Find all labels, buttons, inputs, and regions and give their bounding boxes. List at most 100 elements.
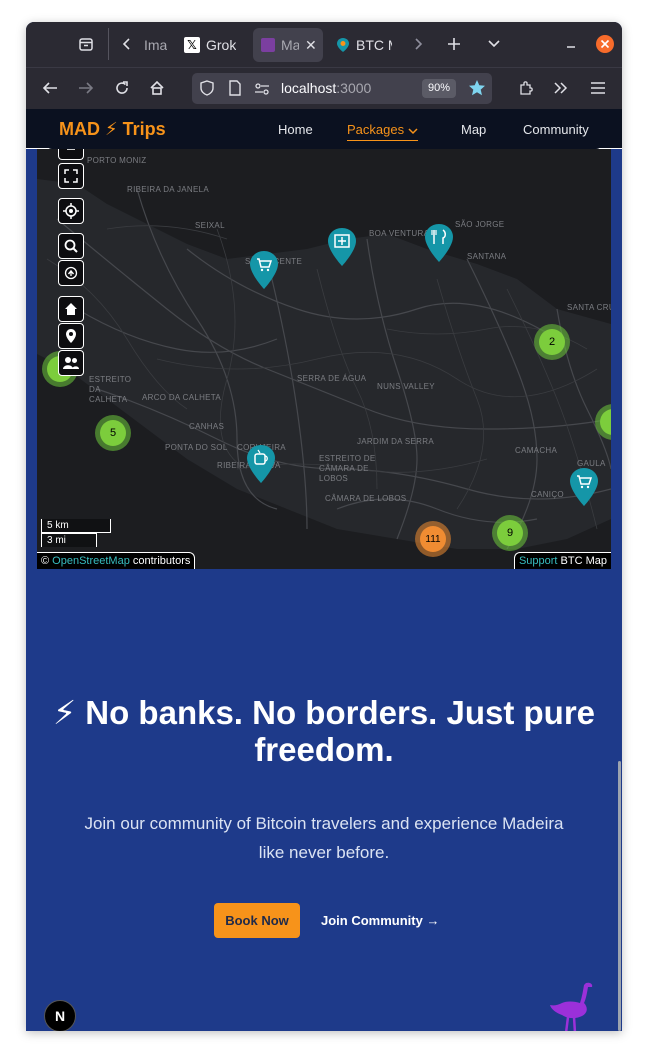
map-place-label: SÃO JORGE <box>455 220 505 229</box>
shop-cart-pin-icon[interactable] <box>249 250 279 290</box>
cafe-pin-icon[interactable] <box>246 444 276 484</box>
tab-madtrips[interactable]: Ma ✕ <box>253 28 323 62</box>
shield-icon[interactable] <box>200 80 214 101</box>
new-tab-icon[interactable] <box>442 32 466 56</box>
restaurant-pin-icon[interactable] <box>424 223 454 263</box>
tab-ima[interactable]: Ima <box>138 28 172 62</box>
map-place-label: ARCO DA CALHETA <box>142 393 222 402</box>
nostr-ostrich-icon[interactable] <box>548 979 594 1031</box>
browser-window: Ima 𝕏 Grok Ma ✕ BTC M <box>26 22 622 1031</box>
tab-overview-icon[interactable] <box>74 32 98 56</box>
nav-map[interactable]: Map <box>461 122 486 137</box>
address-bar[interactable]: localhost:3000 90% <box>192 73 492 104</box>
map-home-button[interactable] <box>58 296 84 322</box>
back-icon[interactable] <box>38 76 62 100</box>
map-terrain <box>37 109 611 569</box>
map-place-label: ESTREITO DE CÂMARA DE LOBOS <box>319 454 376 483</box>
map-place-label: CANIÇO <box>531 490 564 499</box>
nextjs-dev-badge[interactable]: N <box>44 1000 76 1031</box>
map-place-label: JARDIM DA SERRA <box>357 437 434 446</box>
map-place-label: SANTANA <box>467 252 507 261</box>
list-all-tabs-icon[interactable] <box>482 32 506 56</box>
map-cluster[interactable]: 5 <box>95 415 131 451</box>
page-scrollbar[interactable] <box>618 761 621 1031</box>
overflow-chevrons-icon[interactable] <box>549 76 573 100</box>
map-cluster[interactable]: 111 <box>415 521 451 557</box>
support-attribution: Support BTC Map <box>513 552 611 569</box>
close-window-icon[interactable] <box>593 32 617 56</box>
site-navbar: MAD ⚡ Trips Home Packages Map Community <box>26 109 622 149</box>
cluster-count: 5 <box>100 420 126 446</box>
permissions-icon[interactable] <box>254 82 270 100</box>
compass-button[interactable] <box>58 260 84 286</box>
minimize-icon[interactable] <box>559 32 583 56</box>
map-place-label: CANHAS <box>189 422 225 431</box>
book-now-button[interactable]: Book Now <box>214 903 300 938</box>
map-cluster[interactable]: 9 <box>492 515 528 551</box>
home-icon[interactable] <box>145 76 169 100</box>
support-link[interactable]: Support <box>519 555 558 567</box>
reload-icon[interactable] <box>110 76 134 100</box>
atm-pin-icon[interactable] <box>327 227 357 267</box>
url-text[interactable]: localhost:3000 <box>281 80 371 96</box>
map-place-label: CÂMARA DE LOBOS <box>325 494 407 503</box>
scale-km: 5 km <box>41 519 111 533</box>
bookmark-star-icon[interactable] <box>468 79 486 102</box>
tab-label: BTC M <box>356 37 392 53</box>
map-search-button[interactable] <box>58 233 84 259</box>
extensions-icon[interactable] <box>514 76 538 100</box>
page-content: PORTO MONIZ RIBEIRA DA JANELA SEIXAL SÃO… <box>26 109 622 1031</box>
tab-label: Grok <box>206 37 237 53</box>
nav-community[interactable]: Community <box>523 122 589 137</box>
attribution-copyright: © <box>41 555 50 567</box>
cluster-count: 9 <box>497 520 523 546</box>
zoom-level-badge[interactable]: 90% <box>422 79 456 98</box>
join-community-link[interactable]: Join Community → <box>321 913 439 928</box>
add-location-button[interactable] <box>58 323 84 349</box>
cluster-count <box>600 409 611 435</box>
map-cluster[interactable]: 2 <box>534 324 570 360</box>
map-place-label: NUNS VALLEY <box>377 382 435 391</box>
tab-grok[interactable]: 𝕏 Grok <box>178 28 246 62</box>
locate-me-button[interactable] <box>58 198 84 224</box>
chevron-down-icon <box>408 123 418 138</box>
map-view[interactable]: PORTO MONIZ RIBEIRA DA JANELA SEIXAL SÃO… <box>37 109 611 569</box>
tab-btc-map[interactable]: BTC M <box>330 28 404 62</box>
map-place-label: PONTA DO SOL <box>165 443 228 452</box>
close-tab-icon[interactable]: ✕ <box>305 37 317 54</box>
openstreetmap-link[interactable]: OpenStreetMap <box>52 555 130 567</box>
map-scale: 5 km 3 mi <box>41 519 111 547</box>
btcmap-favicon-icon <box>336 37 350 53</box>
tab-label: Ima <box>144 37 168 53</box>
map-place-label: RIBEIRA DA JANELA <box>127 185 210 194</box>
scroll-tabs-left-icon[interactable] <box>115 32 139 56</box>
tab-bar: Ima 𝕏 Grok Ma ✕ BTC M <box>26 22 622 67</box>
nav-packages-label: Packages <box>347 122 405 137</box>
map-place-label: CAMACHA <box>515 446 558 455</box>
url-host: localhost <box>281 80 337 96</box>
map-place-label: ESTREITO DA CALHETA <box>89 375 132 404</box>
nav-packages[interactable]: Packages <box>347 122 418 142</box>
nav-home[interactable]: Home <box>278 122 313 137</box>
attribution-suffix: contributors <box>132 555 191 567</box>
url-port: :3000 <box>336 80 372 96</box>
hero-title: ⚡ No banks. No borders. Just pure freedo… <box>52 694 596 768</box>
tab-label: Ma <box>281 37 299 53</box>
site-logo[interactable]: MAD ⚡ Trips <box>59 119 166 140</box>
x-logo-icon: 𝕏 <box>184 37 200 53</box>
cluster-count: 111 <box>420 526 446 552</box>
community-button[interactable] <box>58 350 84 376</box>
fullscreen-button[interactable] <box>58 163 84 189</box>
scroll-tabs-right-icon[interactable] <box>406 32 430 56</box>
cluster-count: 2 <box>539 329 565 355</box>
map-attribution: © OpenStreetMap contributors <box>37 552 196 569</box>
map-place-label: SEIXAL <box>195 221 225 230</box>
hamburger-menu-icon[interactable] <box>586 76 610 100</box>
btc-map-label: BTC Map <box>560 555 607 567</box>
site-favicon-icon <box>261 38 275 52</box>
forward-icon[interactable] <box>74 76 98 100</box>
page-icon[interactable] <box>229 80 241 101</box>
shop-cart-pin-icon[interactable] <box>569 467 599 507</box>
scale-mi: 3 mi <box>41 533 97 547</box>
map-place-label: SANTA CRUZ <box>567 303 611 312</box>
